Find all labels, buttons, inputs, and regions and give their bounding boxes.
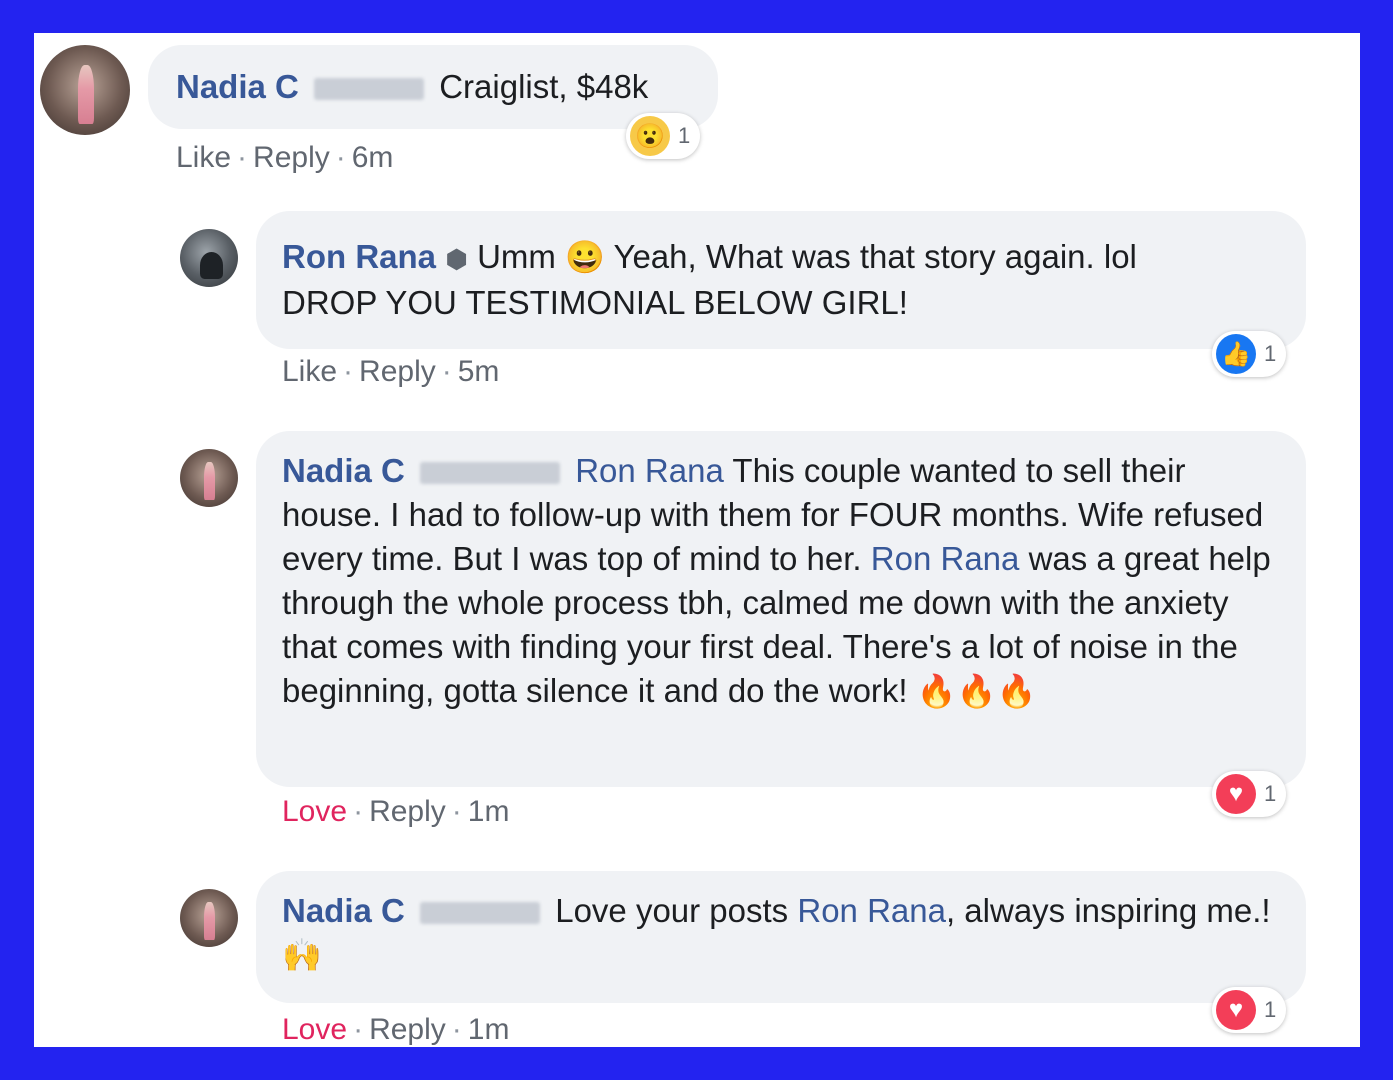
reaction-count-value: 1	[1264, 341, 1277, 366]
comment-bubble: Nadia C Craiglist, $48k	[148, 45, 718, 129]
timestamp[interactable]: 6m	[352, 141, 394, 174]
timestamp[interactable]: 5m	[458, 355, 500, 388]
comment-thread: Nadia C Craiglist, $48k 😮 1 Like · Reply · 6…	[34, 33, 1360, 1047]
timestamp[interactable]: 1m	[468, 1013, 510, 1046]
smile-emoji-icon: 😀	[565, 239, 605, 275]
mention-link[interactable]: Ron Rana	[871, 540, 1020, 577]
comment-text: Craiglist, $48k	[439, 68, 649, 105]
comment-author[interactable]: Nadia C	[282, 892, 405, 929]
reaction-count[interactable]: 👍 1	[1212, 331, 1287, 377]
love-button[interactable]: Love	[282, 1013, 347, 1046]
comment-bubble: Nadia C Love your posts Ron Rana, always…	[256, 871, 1306, 1003]
comment-actions: Love · Reply · 1m	[282, 1013, 510, 1046]
comment-author[interactable]: Nadia C	[176, 68, 299, 105]
avatar[interactable]	[180, 229, 238, 287]
comment-text-part: Umm	[477, 238, 556, 275]
comment-author[interactable]: Ron Rana	[282, 238, 436, 275]
avatar[interactable]	[180, 449, 238, 507]
wow-reaction-icon: 😮	[630, 116, 670, 156]
avatar[interactable]	[40, 45, 130, 135]
comment-text-part: Love your posts	[555, 892, 789, 929]
comment-text-part: DROP YOU TESTIMONIAL BELOW GIRL!	[282, 284, 908, 321]
mention-link[interactable]: Ron Rana	[797, 892, 946, 929]
raised-hands-emoji-icon: 🙌	[282, 937, 322, 973]
shield-icon: ⬢	[445, 244, 468, 274]
reply-button[interactable]: Reply	[253, 141, 330, 174]
timestamp[interactable]: 1m	[468, 795, 510, 828]
reaction-count-value: 1	[1264, 997, 1277, 1022]
comment-text-part: , always inspiring me.!	[945, 892, 1271, 929]
comment-actions: Like · Reply · 6m	[176, 141, 394, 174]
comment-actions: Love · Reply · 1m	[282, 795, 510, 828]
like-reaction-icon: 👍	[1216, 334, 1256, 374]
reply-button[interactable]: Reply	[359, 355, 436, 388]
reaction-count-value: 1	[1264, 781, 1277, 806]
reaction-count-value: 1	[678, 123, 691, 148]
comment-actions: Like · Reply · 5m	[282, 355, 500, 388]
fire-emoji-icon: 🔥🔥🔥	[916, 673, 1037, 709]
love-button[interactable]: Love	[282, 795, 347, 828]
comment-text-part: Yeah, What was that story again. lol	[613, 238, 1137, 275]
avatar[interactable]	[180, 889, 238, 947]
mention-link[interactable]: Ron Rana	[575, 452, 724, 489]
redacted-name	[420, 902, 541, 925]
reply-button[interactable]: Reply	[369, 795, 446, 828]
redacted-name	[420, 462, 561, 485]
reaction-count[interactable]: ♥ 1	[1212, 771, 1287, 817]
love-reaction-icon: ♥	[1216, 990, 1256, 1030]
redacted-name	[314, 78, 425, 101]
comment-author[interactable]: Nadia C	[282, 452, 405, 489]
comment-bubble: Ron Rana ⬢ Umm 😀 Yeah, What was that sto…	[256, 211, 1306, 349]
like-button[interactable]: Like	[282, 355, 337, 388]
reaction-count[interactable]: 😮 1	[626, 113, 701, 159]
love-reaction-icon: ♥	[1216, 774, 1256, 814]
reaction-count[interactable]: ♥ 1	[1212, 987, 1287, 1033]
like-button[interactable]: Like	[176, 141, 231, 174]
comment-bubble: Nadia C Ron Rana This couple wanted to s…	[256, 431, 1306, 787]
reply-button[interactable]: Reply	[369, 1013, 446, 1046]
